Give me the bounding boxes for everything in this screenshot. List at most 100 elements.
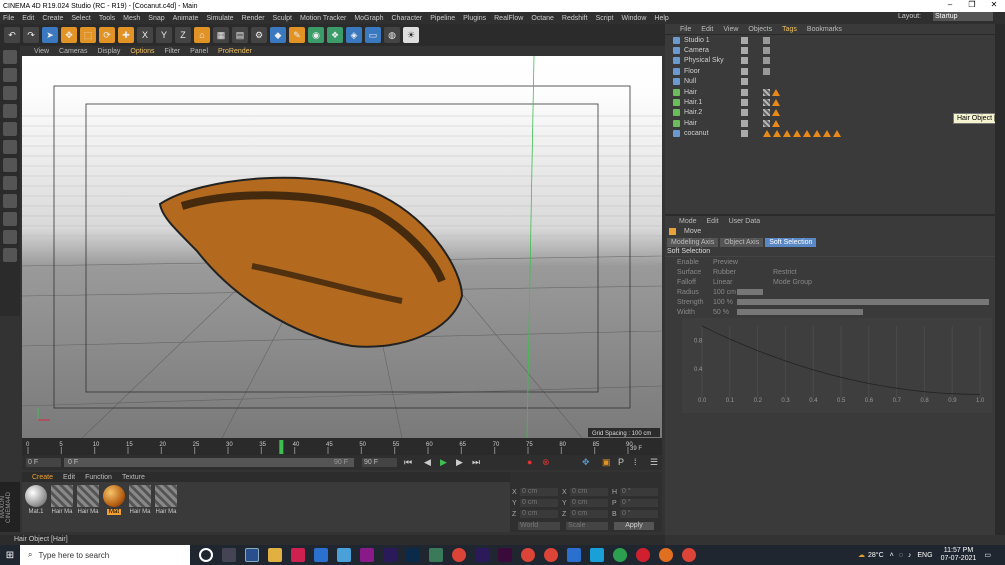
falloff-graph[interactable]: 0.0 0.1 0.2 0.3 0.4 0.5 0.6 0.7 0.8 0.9 1.0 0.8 0.4: [682, 318, 992, 413]
object-menu-edit[interactable]: Edit: [701, 26, 713, 33]
texture-mode-icon[interactable]: [3, 86, 17, 100]
polygons-mode-icon[interactable]: [3, 158, 17, 172]
chrome3-icon[interactable]: [544, 548, 558, 562]
visibility-toggle[interactable]: [741, 99, 748, 107]
material-item[interactable]: Hair Ma: [50, 482, 74, 532]
playhead[interactable]: [279, 440, 284, 454]
material-menu-function[interactable]: Function: [85, 474, 112, 481]
object-name[interactable]: Studio 1: [684, 37, 744, 44]
param-key-icon[interactable]: P: [618, 457, 624, 467]
viewport-menu-prorender[interactable]: ProRender: [218, 48, 252, 55]
coord-field[interactable]: 0 cm: [570, 499, 608, 507]
timeline-ruler[interactable]: 0 5 10 15 20 25 30 35 40 45 50 55 60 65 70 75 80 85 90 39 F: [22, 438, 662, 455]
move-key-icon[interactable]: ✥: [582, 457, 590, 468]
property-value-2[interactable]: Restrict: [773, 269, 797, 276]
coord-field[interactable]: 0 °: [620, 499, 658, 507]
material-tag-icon[interactable]: [763, 130, 771, 138]
autokey-icon[interactable]: ⊗: [542, 457, 550, 468]
app3-icon[interactable]: [567, 548, 581, 562]
viewport-menu-cameras[interactable]: Cameras: [59, 48, 87, 55]
object-name[interactable]: Null: [684, 78, 744, 85]
hair-mode-icon[interactable]: [3, 248, 17, 262]
material-tag-icon[interactable]: [833, 130, 841, 138]
render-settings-icon[interactable]: ⚙: [251, 27, 267, 43]
tab-soft-selection[interactable]: Soft Selection: [765, 237, 817, 247]
go-end-icon[interactable]: ⏭: [472, 457, 480, 468]
minimize-button[interactable]: –: [939, 0, 961, 9]
notifications-icon[interactable]: ▭: [984, 551, 991, 559]
material-menu-texture[interactable]: Texture: [122, 474, 145, 481]
render-view-icon[interactable]: ▦: [213, 27, 229, 43]
layout-select[interactable]: Startup: [933, 12, 993, 21]
photoshop-icon[interactable]: [406, 548, 420, 562]
cube-icon[interactable]: ◆: [270, 27, 286, 43]
object-row[interactable]: Null: [665, 77, 995, 87]
menu-redshift[interactable]: Redshift: [562, 15, 588, 22]
object-name[interactable]: Physical Sky: [684, 57, 744, 64]
z-axis-icon[interactable]: Z: [175, 27, 191, 43]
property-value[interactable]: Preview: [713, 259, 763, 266]
app2-icon[interactable]: [429, 548, 443, 562]
menu-help[interactable]: Help: [654, 15, 668, 22]
menu-edit[interactable]: Edit: [22, 15, 34, 22]
attribute-menu-mode[interactable]: Mode: [679, 218, 697, 225]
chrome2-icon[interactable]: [521, 548, 535, 562]
tray-arrow-icon[interactable]: ˄: [890, 552, 894, 559]
points-mode-icon[interactable]: [3, 122, 17, 136]
clock[interactable]: 11:57 PM 07-07-2021: [941, 547, 977, 563]
prev-key-icon[interactable]: ◀: [424, 457, 431, 468]
menu-file[interactable]: File: [3, 15, 14, 22]
tag-icon[interactable]: [763, 57, 770, 65]
object-name[interactable]: cocanut: [684, 130, 744, 137]
menu-character[interactable]: Character: [392, 15, 423, 22]
lock-icon[interactable]: [3, 230, 17, 244]
app4-icon[interactable]: [590, 548, 604, 562]
menu-snap[interactable]: Snap: [148, 15, 164, 22]
material-item[interactable]: Mat.1: [24, 482, 48, 532]
viewport-menu-view[interactable]: View: [34, 48, 49, 55]
camera-icon[interactable]: ◍: [384, 27, 400, 43]
manager-tabs-strip[interactable]: [995, 24, 1005, 535]
workplane-icon[interactable]: [3, 104, 17, 118]
material-item[interactable]: Hair Ma: [76, 482, 100, 532]
material-tag-icon[interactable]: [803, 130, 811, 138]
coord-field[interactable]: 0 °: [620, 510, 658, 518]
coordinate-size-select[interactable]: Scale: [566, 522, 608, 530]
viewport[interactable]: Grid Spacing : 100 cm: [22, 56, 662, 438]
light-icon[interactable]: ☀: [403, 27, 419, 43]
coord-field[interactable]: 0 cm: [520, 499, 558, 507]
premiere2-icon[interactable]: [498, 548, 512, 562]
select-icon[interactable]: ➤: [42, 27, 58, 43]
coord-field[interactable]: 0 cm: [570, 510, 608, 518]
material-tag-icon[interactable]: [813, 130, 821, 138]
tweak-icon[interactable]: [3, 194, 17, 208]
opera-icon[interactable]: [636, 548, 650, 562]
network-icon[interactable]: ◌: [899, 552, 903, 559]
go-start-icon[interactable]: ⏮: [404, 457, 412, 468]
undo-icon[interactable]: ↶: [4, 27, 20, 43]
menu-realflow[interactable]: RealFlow: [494, 15, 523, 22]
object-menu-bookmarks[interactable]: Bookmarks: [807, 26, 842, 33]
tab-object-axis[interactable]: Object Axis: [720, 237, 764, 247]
menu-mograph[interactable]: MoGraph: [354, 15, 383, 22]
taskbar-search[interactable]: ⌕ Type here to search: [20, 545, 190, 565]
close-button[interactable]: ✕: [983, 0, 1005, 9]
visibility-toggle[interactable]: [741, 109, 748, 117]
material-menu-edit[interactable]: Edit: [63, 474, 75, 481]
object-row[interactable]: Hair.2: [665, 108, 995, 118]
deformer-icon[interactable]: ◈: [346, 27, 362, 43]
y-axis-icon[interactable]: Y: [156, 27, 172, 43]
attribute-menu-edit[interactable]: Edit: [707, 218, 719, 225]
coord-field[interactable]: 0 cm: [520, 488, 558, 496]
object-name[interactable]: Floor: [684, 68, 744, 75]
windows-start-icon[interactable]: ⊞: [0, 550, 20, 561]
edges-mode-icon[interactable]: [3, 140, 17, 154]
menu-simulate[interactable]: Simulate: [206, 15, 233, 22]
hair-material-tag-icon[interactable]: [763, 99, 770, 107]
snap-icon[interactable]: [3, 212, 17, 226]
volume-icon[interactable]: ♪: [908, 552, 912, 559]
maximize-button[interactable]: ❐: [961, 0, 983, 9]
attribute-menu-user-data[interactable]: User Data: [729, 218, 761, 225]
end-frame-field[interactable]: 90 F: [362, 458, 397, 467]
menu-tools[interactable]: Tools: [99, 15, 115, 22]
